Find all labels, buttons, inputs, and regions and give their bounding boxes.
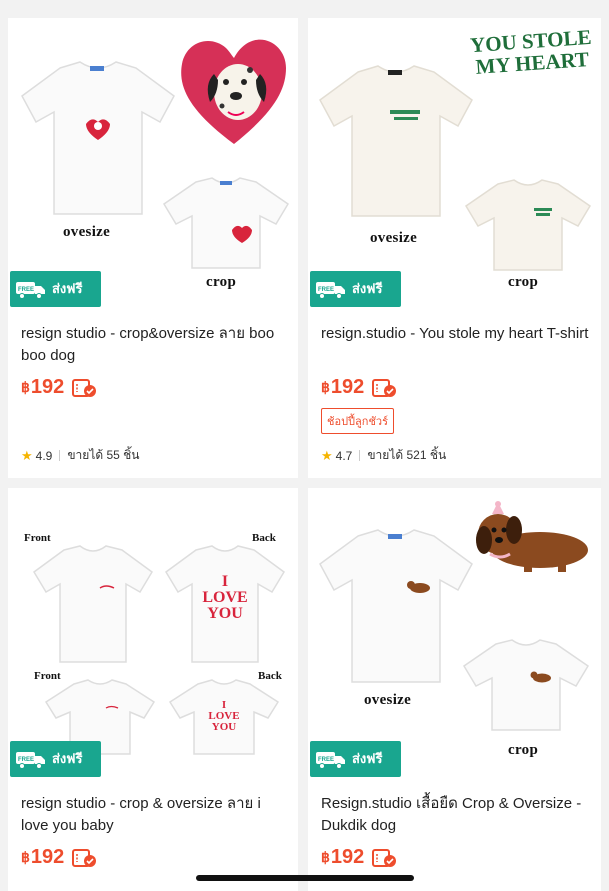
divider	[59, 450, 61, 461]
price-row: ฿ 192	[321, 846, 398, 869]
voucher-icon	[372, 848, 397, 867]
voucher-icon	[72, 848, 97, 867]
free-shipping-badge: FREE ส่งฟรี	[10, 271, 101, 307]
crop-tee-image	[162, 177, 290, 269]
free-shipping-label: ส่งฟรี	[52, 281, 83, 296]
free-tag: FREE	[18, 757, 34, 763]
free-shipping-badge: FREE ส่งฟรี	[10, 741, 101, 777]
product-grid: ovesize crop FREE ส่งฟรี resign studio -…	[0, 0, 609, 891]
sold-count: ขายได้ 55 ชิ้น	[67, 448, 140, 462]
product-title[interactable]: Resign.studio เสื้อยืด Crop & Oversize -…	[321, 793, 591, 837]
shirt-print-text: I LOVE YOU	[198, 574, 252, 622]
image-label-crop: crop	[508, 274, 539, 290]
price: 192	[30, 376, 65, 398]
crop-tee-image	[464, 179, 592, 271]
free-shipping-badge: FREE ส่งฟรี	[310, 271, 401, 307]
voucher-icon	[72, 378, 97, 397]
product-card[interactable]: ovesize crop	[308, 488, 601, 891]
front-oversize-tee-image	[33, 545, 153, 663]
image-label-crop: crop	[206, 274, 237, 290]
free-tag: FREE	[18, 287, 34, 293]
image-label-oversize: ovesize	[63, 224, 111, 240]
free-tag: FREE	[318, 757, 334, 763]
shirt-print-word: I	[221, 573, 229, 590]
rating: 4.7	[335, 448, 353, 463]
currency-symbol: ฿	[21, 849, 30, 865]
currency-symbol: ฿	[321, 379, 330, 395]
rating: 4.9	[35, 448, 53, 463]
product-title[interactable]: resign studio - crop & oversize ลาย i lo…	[21, 793, 291, 837]
image-label-oversize: ovesize	[370, 230, 418, 246]
truck-icon: FREE	[316, 752, 345, 769]
free-tag: FREE	[318, 287, 334, 293]
product-image[interactable]: ovesize crop FREE ส่งฟรี	[8, 18, 298, 318]
free-shipping-badge: FREE ส่งฟรี	[310, 741, 401, 777]
product-title[interactable]: resign.studio - You stole my heart T-shi…	[321, 323, 591, 345]
product-card[interactable]: Front Back I LOVE YOU Front Back I LOVE YOU	[8, 488, 298, 891]
image-label-crop: crop	[508, 742, 539, 758]
home-indicator[interactable]	[196, 875, 414, 881]
divider	[359, 450, 361, 461]
rating-sold-row: ★ 4.9 ขายได้ 55 ชิ้น	[21, 446, 140, 465]
truck-icon: FREE	[316, 282, 345, 299]
shirt-print-word: YOU	[207, 605, 243, 622]
price-row: ฿ 192	[321, 376, 398, 399]
currency-symbol: ฿	[321, 849, 330, 865]
product-card[interactable]: YOU STOLE MY HEART ovesize crop FREE ส่ง…	[308, 18, 601, 478]
price: 192	[330, 376, 365, 398]
image-banner-text: YOU STOLE MY HEART	[469, 24, 593, 79]
price: 192	[30, 846, 65, 868]
crop-tee-image	[462, 639, 590, 731]
free-shipping-label: ส่งฟรี	[52, 751, 83, 766]
heart-dog-image	[181, 39, 286, 145]
product-image[interactable]: Front Back I LOVE YOU Front Back I LOVE YOU	[8, 488, 298, 788]
product-card[interactable]: ovesize crop	[8, 18, 298, 478]
oversize-tee-image	[21, 61, 175, 215]
shirt-print-word: YOU	[211, 721, 237, 733]
image-label-oversize: ovesize	[364, 692, 412, 708]
truck-icon: FREE	[16, 282, 45, 299]
product-title[interactable]: resign studio - crop&oversize ลาย boo bo…	[21, 323, 291, 367]
free-shipping-label: ส่งฟรี	[352, 751, 383, 766]
oversize-tee-image	[319, 65, 473, 217]
truck-icon: FREE	[16, 752, 45, 769]
sold-count: ขายได้ 521 ชิ้น	[367, 448, 447, 462]
rating-sold-row: ★ 4.7 ขายได้ 521 ชิ้น	[321, 446, 446, 465]
star-icon: ★	[21, 447, 33, 463]
dog-icon	[476, 501, 588, 572]
voucher-icon	[372, 378, 397, 397]
currency-symbol: ฿	[21, 379, 30, 395]
product-image[interactable]: YOU STOLE MY HEART ovesize crop FREE ส่ง…	[308, 18, 601, 318]
shirt-print-word: LOVE	[202, 589, 248, 606]
product-image[interactable]: ovesize crop FREE ส่งฟรี	[308, 488, 601, 788]
price-row: ฿ 192	[21, 846, 98, 869]
price-row: ฿ 192	[21, 376, 98, 399]
star-icon: ★	[321, 447, 333, 463]
shirt-print-text: I LOVE YOU	[202, 700, 246, 733]
guarantee-badge: ช้อปปี้ลูกชัวร์	[321, 408, 394, 434]
oversize-tee-image	[319, 529, 473, 683]
free-shipping-label: ส่งฟรี	[352, 281, 383, 296]
price: 192	[330, 846, 365, 868]
